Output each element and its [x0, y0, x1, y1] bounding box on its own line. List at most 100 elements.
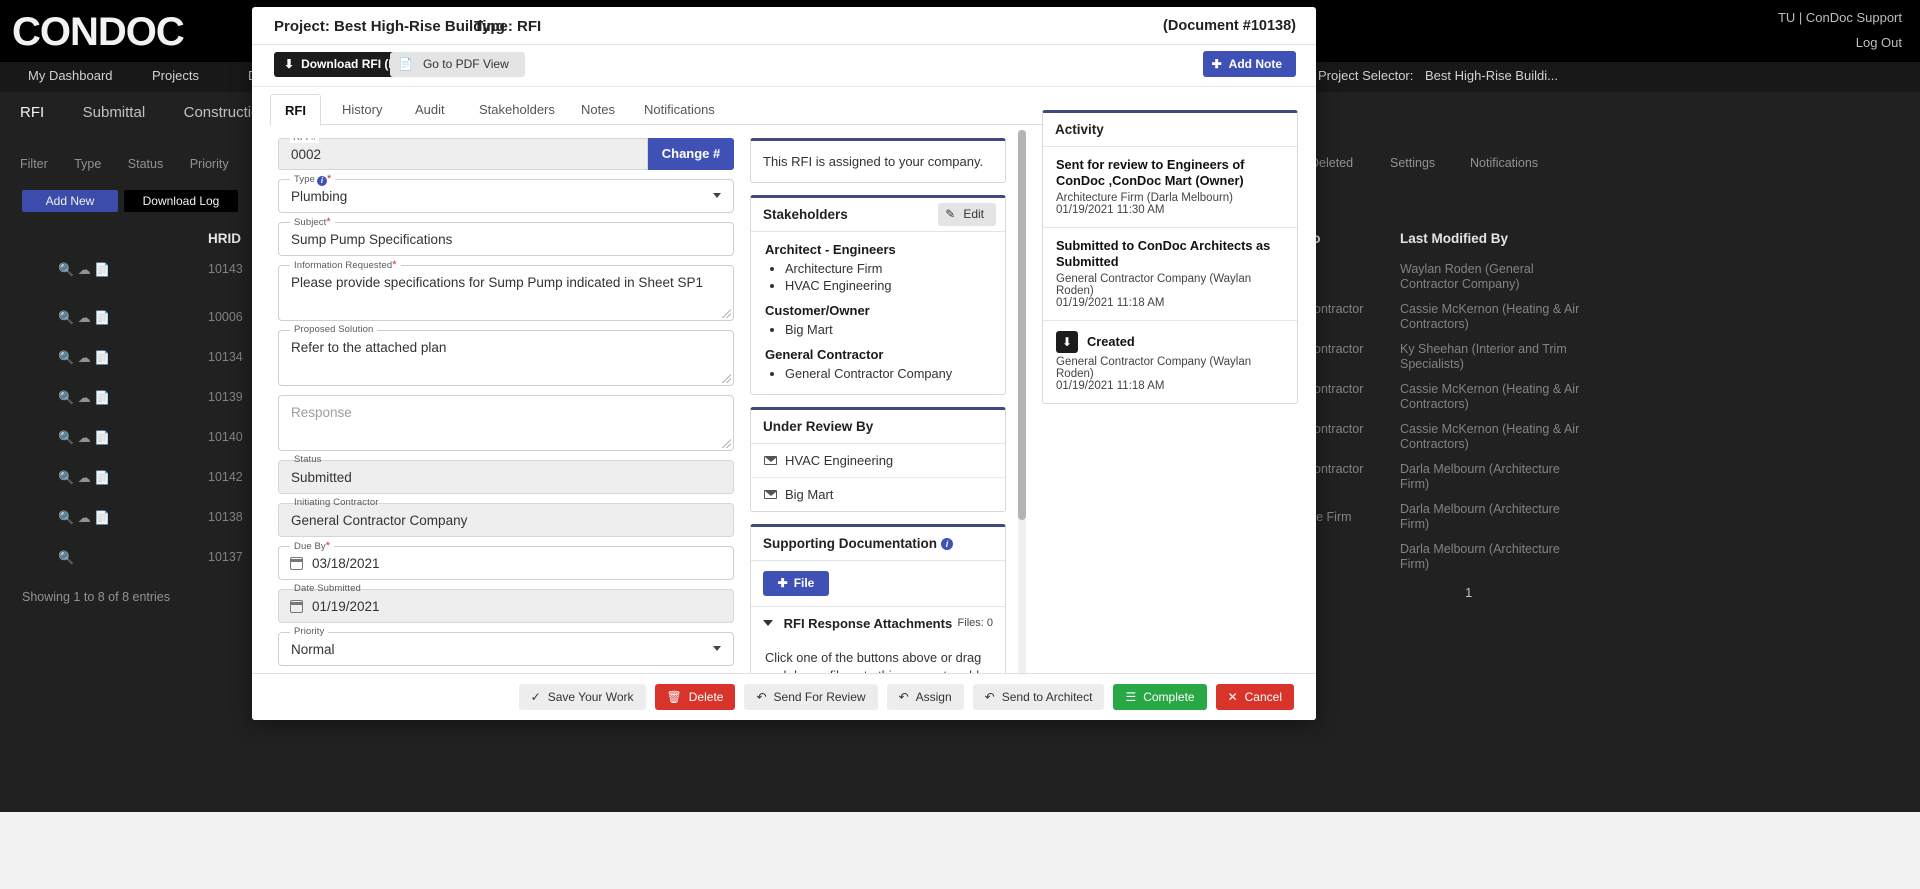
activity-title: Activity: [1043, 113, 1297, 147]
modal-type-label: Type: RFI: [474, 18, 542, 35]
stakeholder-group-name: Architect - Engineers: [765, 242, 896, 257]
undo-icon: ↶: [898, 690, 909, 704]
status-field: Status Submitted: [278, 454, 734, 494]
rfi-number-row: RFI # 0002 Change #: [278, 138, 734, 170]
stakeholders-header: Stakeholders ✎ Edit: [751, 198, 1005, 232]
assignment-notice-text: This RFI is assigned to your company.: [763, 154, 984, 169]
mail-icon: [764, 490, 777, 499]
add-note-button[interactable]: ✚ Add Note: [1202, 51, 1296, 77]
status-value: Submitted: [291, 470, 352, 485]
edit-stakeholders-button[interactable]: ✎ Edit: [938, 203, 996, 226]
rfi-form-column: RFI # 0002 Change # Typei* Plumbing Subj…: [278, 138, 734, 673]
menu-icon: ☰: [1125, 690, 1137, 704]
date-submitted-field: Date Submitted 01/19/2021: [278, 583, 734, 623]
x-icon: ✕: [1227, 690, 1238, 704]
activity-entry-author: General Contractor Company (Waylan Roden…: [1056, 273, 1252, 297]
complete-button[interactable]: ☰ Complete: [1113, 684, 1207, 710]
rfi-response-attachments-header[interactable]: RFI Response Attachments Files: 0: [751, 606, 1005, 640]
subject-field[interactable]: Subject* Sump Pump Specifications: [278, 216, 734, 256]
response-field[interactable]: Response: [278, 395, 734, 451]
rfi-response-attachments-dropzone[interactable]: Click one of the buttons above or drag a…: [751, 640, 1005, 673]
activity-entry-title: Submitted to ConDoc Architects as Submit…: [1056, 238, 1271, 269]
stakeholder-group-members: General Contractor Company: [765, 365, 991, 382]
assign-label: Assign: [915, 690, 952, 704]
tab-history[interactable]: History: [328, 95, 396, 125]
activity-entry-author: General Contractor Company (Waylan Roden…: [1056, 356, 1252, 380]
due-by-value: 03/18/2021: [312, 556, 380, 571]
delete-label: Delete: [688, 690, 724, 704]
stakeholder-group-members: Architecture Firm HVAC Engineering: [765, 260, 991, 294]
pencil-icon: ✎: [945, 207, 956, 221]
check-icon: ✓: [530, 690, 541, 704]
calendar-icon: [289, 600, 304, 613]
under-review-by-title: Under Review By: [751, 410, 1005, 444]
initiating-contractor-label: Initiating Contractor: [290, 497, 383, 508]
send-for-review-button[interactable]: ↶ Send For Review: [744, 684, 878, 710]
undo-icon: ↶: [756, 690, 767, 704]
cancel-button[interactable]: ✕ Cancel: [1215, 684, 1294, 710]
modal-scrollbar-thumb[interactable]: [1018, 130, 1026, 520]
chevron-down-icon[interactable]: [713, 193, 721, 198]
download-icon: ⬇: [284, 57, 295, 71]
proposed-solution-label: Proposed Solution: [290, 324, 378, 335]
tab-stakeholders[interactable]: Stakeholders: [465, 95, 569, 125]
list-item: Architecture Firm: [785, 260, 991, 277]
save-your-work-label: Save Your Work: [547, 690, 634, 704]
plus-icon: ✚: [1211, 57, 1222, 71]
response-placeholder: Response: [291, 405, 352, 420]
go-to-pdf-view-button[interactable]: 📄 Go to PDF View: [390, 52, 525, 77]
priority-field[interactable]: Priority Normal: [278, 626, 734, 666]
under-review-item: Big Mart: [751, 478, 1005, 511]
add-file-button[interactable]: ✚ File: [763, 571, 829, 596]
activity-entry: Submitted to ConDoc Architects as Submit…: [1043, 228, 1297, 321]
chevron-down-icon[interactable]: [713, 646, 721, 651]
save-your-work-button[interactable]: ✓ Save Your Work: [518, 684, 646, 710]
subject-value: Sump Pump Specifications: [291, 232, 453, 247]
activity-entry: Sent for review to Engineers of ConDoc ,…: [1043, 147, 1297, 228]
modal-document-number: (Document #10138): [1163, 18, 1296, 34]
tab-notes[interactable]: Notes: [567, 95, 629, 125]
stakeholders-card: Stakeholders ✎ Edit Architect - Engineer…: [750, 195, 1006, 395]
supporting-documentation-title: Supporting Documentation: [763, 536, 937, 551]
modal-header: Project: Best High-Rise Building Type: R…: [252, 7, 1316, 45]
under-review-label: Big Mart: [785, 487, 834, 502]
date-submitted-label: Date Submitted: [290, 583, 365, 594]
modal-body: RFI # 0002 Change # Typei* Plumbing Subj…: [252, 110, 1316, 673]
stakeholder-group-name: General Contractor: [765, 347, 884, 362]
plus-icon: ✚: [777, 576, 788, 590]
rfi-side-column: This RFI is assigned to your company. St…: [750, 138, 1006, 673]
due-by-field[interactable]: Due By* 03/18/2021: [278, 540, 734, 580]
assign-button[interactable]: ↶ Assign: [886, 684, 964, 710]
change-number-button[interactable]: Change #: [648, 138, 734, 170]
modal-footer: ✓ Save Your Work 🗑 Delete ↶ Send For Rev…: [252, 673, 1316, 720]
priority-value: Normal: [291, 642, 335, 657]
modal-toolbar: ⬇ Download RFI (PDF) 📄 Go to PDF View ✚ …: [252, 45, 1316, 87]
rfi-number-field: RFI # 0002: [278, 138, 648, 170]
send-for-review-label: Send For Review: [773, 690, 866, 704]
add-file-label: File: [793, 576, 815, 590]
date-submitted-value: 01/19/2021: [312, 599, 380, 614]
type-field[interactable]: Type i * Plumbing: [278, 173, 734, 213]
info-icon[interactable]: i: [940, 538, 953, 550]
activity-created-row: ⬇ Created: [1056, 331, 1284, 353]
under-review-label: HVAC Engineering: [785, 453, 894, 468]
tab-audit[interactable]: Audit: [401, 95, 459, 125]
information-requested-value: Please provide specifications for Sump P…: [291, 275, 703, 290]
tab-rfi[interactable]: RFI: [270, 94, 321, 126]
info-icon[interactable]: i: [317, 176, 327, 186]
delete-button[interactable]: 🗑 Delete: [654, 684, 736, 710]
files-count: Files: 0: [957, 617, 993, 629]
tab-notifications[interactable]: Notifications: [630, 95, 729, 125]
send-to-architect-button[interactable]: ↶ Send to Architect: [972, 684, 1105, 710]
calendar-icon[interactable]: [289, 557, 304, 570]
proposed-solution-field[interactable]: Proposed Solution Refer to the attached …: [278, 324, 734, 386]
activity-entry-timestamp: 01/19/2021 11:18 AM: [1056, 297, 1165, 309]
information-requested-field[interactable]: Information Requested* Please provide sp…: [278, 259, 734, 321]
activity-card: Activity Sent for review to Engineers of…: [1042, 110, 1298, 404]
initiating-contractor-field: Initiating Contractor General Contractor…: [278, 497, 734, 537]
activity-entry-author: Architecture Firm (Darla Melbourn): [1056, 192, 1234, 204]
under-review-item: HVAC Engineering: [751, 444, 1005, 478]
proposed-solution-value: Refer to the attached plan: [291, 340, 447, 355]
initiating-contractor-value: General Contractor Company: [291, 513, 468, 528]
send-to-architect-label: Send to Architect: [1001, 690, 1093, 704]
